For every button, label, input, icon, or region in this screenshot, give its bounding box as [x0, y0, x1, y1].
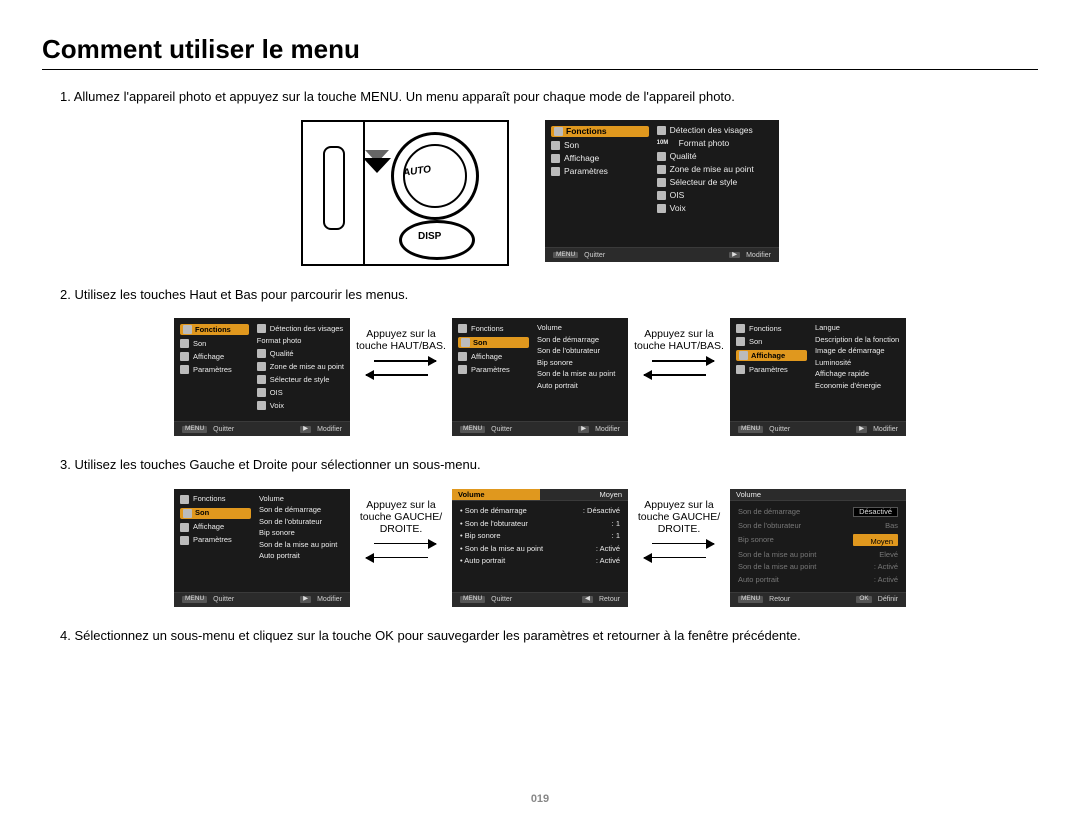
lcd-2c: Fonctions Son Affichage Paramètres Langu…: [730, 318, 906, 436]
lcd-3b: Volume Moyen • Son de démarrage: Désacti…: [452, 489, 628, 607]
menu-parametres: Paramètres: [551, 167, 649, 176]
lcd-3c: Volume Son de démarrageDésactivé Son de …: [730, 489, 906, 607]
check-icon: [858, 534, 868, 544]
step2-figures: Fonctions Son Affichage Paramètres Détec…: [42, 318, 1038, 436]
menu-fonctions-selected: Fonctions: [551, 126, 649, 137]
menu-son: Son: [551, 141, 649, 150]
step1-figures: AUTO Fonctions Son Affichage Paramètres …: [42, 120, 1038, 266]
step-3: 3. Utilisez les touches Gauche et Droite…: [60, 456, 1038, 474]
connector-lr-1: Appuyez sur la touche GAUCHE/ DROITE.: [350, 489, 452, 563]
step-4: 4. Sélectionnez un sous-menu et cliquez …: [60, 627, 1038, 645]
sound-icon: [551, 141, 560, 150]
title-rule: [42, 69, 1038, 70]
camera-diagram: AUTO: [301, 120, 509, 266]
step-1: 1. Allumez l'appareil photo et appuyez s…: [60, 88, 1038, 106]
menu-affichage: Affichage: [551, 154, 649, 163]
lcd-footer: MENUQuitter ▶Modifier: [545, 247, 779, 262]
connector-lr-2: Appuyez sur la touche GAUCHE/ DROITE.: [628, 489, 730, 563]
lcd-3b-list: • Son de démarrage: Désactivé • Son de l…: [452, 501, 628, 592]
step3-figures: Fonctions Son Affichage Paramètres Volum…: [42, 489, 1038, 607]
camera-icon: [554, 127, 563, 136]
arrow-left-icon: [366, 370, 436, 380]
gear-icon: [551, 167, 560, 176]
page-number: 019: [0, 793, 1080, 805]
connector-updown-2: Appuyez sur la touche HAUT/BAS.: [628, 318, 730, 380]
lcd-3c-list: Son de démarrageDésactivé Son de l'obtur…: [730, 501, 906, 592]
lcd-step1: Fonctions Son Affichage Paramètres Détec…: [545, 120, 779, 262]
lcd-2b: Fonctions Son Affichage Paramètres Volum…: [452, 318, 628, 436]
arrow-right-icon: [366, 356, 436, 366]
page-title: Comment utiliser le menu: [42, 34, 1038, 65]
lcd-2a: Fonctions Son Affichage Paramètres Détec…: [174, 318, 350, 436]
step-2: 2. Utilisez les touches Haut et Bas pour…: [60, 286, 1038, 304]
lcd-3a: Fonctions Son Affichage Paramètres Volum…: [174, 489, 350, 607]
display-icon: [551, 154, 560, 163]
connector-updown-1: Appuyez sur la touche HAUT/BAS.: [350, 318, 452, 380]
